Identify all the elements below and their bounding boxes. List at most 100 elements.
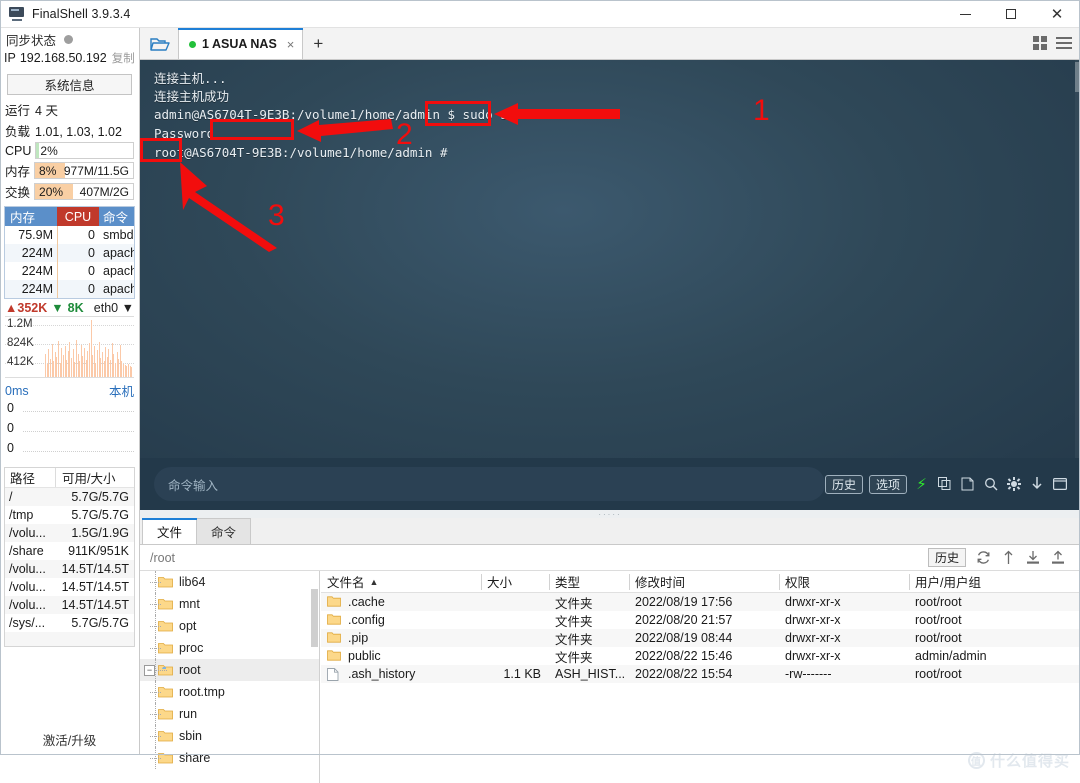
network-interface-selector[interactable]: eth0 ▼ [94,301,134,315]
search-icon[interactable] [982,476,999,493]
minimize-button[interactable] [942,0,988,28]
tree-node-label: root.tmp [179,685,225,699]
process-header-command[interactable]: 命令 [99,207,134,226]
file-permissions: drwxr-xr-x [785,631,841,645]
system-info-sidebar: 同步状态 IP 192.168.50.192 复制 系统信息 运行 4 天 负载… [0,28,140,755]
table-row[interactable]: public 文件夹 2022/08/22 15:46 drwxr-xr-x a… [321,647,1080,665]
window-icon[interactable] [1051,476,1068,493]
tree-node-opt[interactable]: opt [140,615,319,637]
table-row[interactable]: .pip 文件夹 2022/08/19 08:44 drwxr-xr-x roo… [321,629,1080,647]
file-name: .cache [348,595,385,609]
folder-icon [327,614,342,626]
command-history-button[interactable]: 历史 [824,474,863,494]
table-row[interactable]: /sys/... 5.7G/5.7G [5,614,134,632]
table-row[interactable]: /tmp 5.7G/5.7G [5,506,134,524]
panel-splitter[interactable]: ····· [140,510,1080,519]
session-tab-asua-nas[interactable]: 1 ASUA NAS × [178,28,304,59]
copy-ip-button[interactable]: 复制 [112,50,135,66]
download-file-icon[interactable] [1025,550,1041,566]
table-row[interactable]: / 5.7G/5.7G [5,488,134,506]
terminal-output[interactable]: 连接主机... 连接主机成功 admin@AS6704T-9E3B:/volum… [140,60,1080,490]
process-table-header: 内存 CPU 命令 [5,207,134,226]
network-y-label-mid: 824K [7,337,34,349]
process-cpu: 0 [57,226,99,244]
process-memory: 224M [21,246,53,260]
terminal-line-3: Password: [154,126,222,141]
collapse-node-icon[interactable]: − [144,664,155,676]
column-header-time[interactable]: 修改时间 [629,571,779,593]
file-permissions: drwxr-xr-x [785,595,841,609]
column-header-user-group[interactable]: 用户/用户组 [909,571,1080,593]
download-icon[interactable] [1028,476,1045,493]
close-button[interactable]: ✕ [1034,0,1080,28]
annotation-number-3: 3 [268,199,285,232]
tree-node-lib64[interactable]: lib64 [140,571,319,593]
table-row[interactable]: /volu... 14.5T/14.5T [5,560,134,578]
folder-icon [327,632,342,644]
open-folder-button[interactable] [140,28,178,59]
disk-size: 14.5T/14.5T [61,562,129,576]
table-row[interactable]: .cache 文件夹 2022/08/19 17:56 drwxr-xr-x r… [321,593,1080,611]
system-info-button[interactable]: 系统信息 [7,74,132,95]
tree-node-root-tmp[interactable]: root.tmp [140,681,319,703]
command-input-field[interactable]: 命令输入 [154,467,825,501]
table-row[interactable]: 224M 0 apache2 [5,280,134,298]
table-row[interactable]: .config 文件夹 2022/08/20 21:57 drwxr-xr-x … [321,611,1080,629]
file-type: 文件夹 [555,596,593,611]
finalshell-window: FinalShell 3.9.3.4 ✕ 同步状态 IP 192.168.50.… [0,0,1080,783]
tree-node-mnt[interactable]: mnt [140,593,319,615]
load-row: 负载 1.01, 1.03, 1.02 [0,120,139,141]
tab-commands[interactable]: 命令 [196,518,252,544]
copy-icon[interactable] [936,476,953,493]
grid-view-icon[interactable] [1033,36,1047,50]
table-row[interactable]: .ash_history 1.1 KB ASH_HIST... 2022/08/… [321,665,1080,683]
activate-upgrade-link[interactable]: 激活/升级 [0,730,139,749]
column-header-size[interactable]: 大小 [481,571,549,593]
current-path[interactable]: /root [150,551,175,565]
directory-tree[interactable]: lib64 mnt opt proc − root root.tmp run s… [140,571,320,783]
column-header-type[interactable]: 类型 [549,571,629,593]
connected-status-dot-icon [189,40,196,48]
path-history-button[interactable]: 历史 [927,548,966,567]
table-row[interactable]: 224M 0 apache2 [5,262,134,280]
gear-icon[interactable] [1005,476,1022,493]
table-row[interactable]: /volu... 14.5T/14.5T [5,578,134,596]
new-tab-button[interactable]: + [303,28,333,59]
tree-node-label: lib64 [179,575,206,589]
disk-header-size[interactable]: 可用/大小 [55,468,134,487]
column-header-name[interactable]: 文件名 ▲ [321,571,481,593]
refresh-icon[interactable] [975,550,991,566]
command-input-bar: 命令输入 历史 选项 ⚡ [140,458,1080,510]
network-y-label-bottom: 412K [7,356,34,368]
upload-file-icon[interactable] [1050,550,1066,566]
table-row[interactable]: 75.9M 0 smbd [5,226,134,244]
close-tab-icon[interactable]: × [287,37,295,52]
tree-node-sbin[interactable]: sbin [140,725,319,747]
table-row[interactable]: 224M 0 apache2 [5,244,134,262]
file-owner: root/root [915,613,962,627]
command-options-button[interactable]: 选项 [868,474,907,494]
folder-icon [327,596,342,608]
paste-icon[interactable] [959,476,976,493]
upload-arrow-icon[interactable] [1000,550,1016,566]
tree-node-root[interactable]: − root [140,659,319,681]
tab-files[interactable]: 文件 [142,518,198,544]
disk-header-path[interactable]: 路径 [5,468,55,487]
terminal-scrollbar[interactable] [1075,60,1080,490]
table-row[interactable]: /volu... 1.5G/1.9G [5,524,134,542]
disk-path: /volu... [9,580,46,594]
table-row[interactable]: /volu... 14.5T/14.5T [5,596,134,614]
table-row[interactable]: /share 911K/951K [5,542,134,560]
cpu-meter-label: CPU [5,143,32,158]
process-header-cpu[interactable]: CPU [57,207,99,226]
column-header-permissions[interactable]: 权限 [779,571,909,593]
hamburger-menu-icon[interactable] [1056,37,1072,49]
tree-scrollbar[interactable] [311,589,318,647]
tree-node-proc[interactable]: proc [140,637,319,659]
maximize-button[interactable] [988,0,1034,28]
process-header-memory[interactable]: 内存 [5,207,57,226]
swap-meter-bar: 20% 407M/2G [34,183,134,200]
tree-node-run[interactable]: run [140,703,319,725]
tree-node-share[interactable]: share [140,747,319,769]
bolt-icon[interactable]: ⚡ [913,476,930,493]
